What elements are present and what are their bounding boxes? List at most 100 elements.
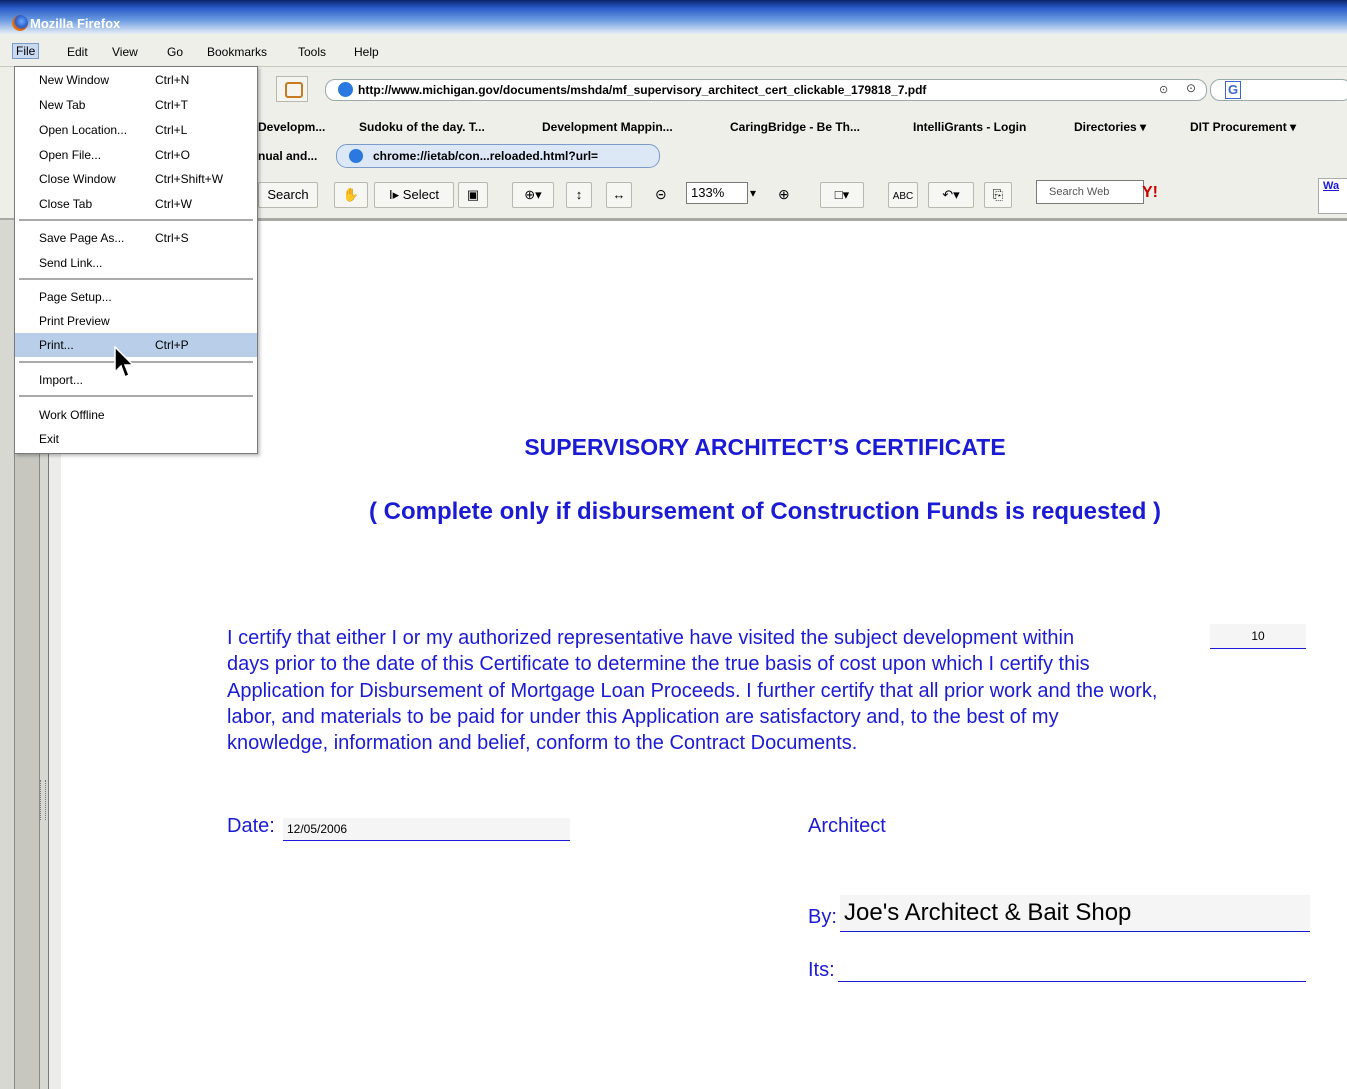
tab-previous[interactable]: nual and... [258,149,317,163]
select-cursor-icon: I▸ [389,187,403,202]
bookmark-item[interactable]: Developm... [258,120,325,134]
paragraph-line: labor, and materials to be paid for unde… [227,705,1059,728]
window-title: Mozilla Firefox [30,16,121,31]
menu-item-new-tab[interactable]: New Tab Ctrl+T [15,93,257,117]
zoom-dropdown-icon[interactable]: ▾ [750,186,756,200]
menu-item-label: Open Location... [39,123,128,137]
menu-item-shortcut: Ctrl+L [155,123,188,137]
menu-item-label: Send Link... [39,256,103,270]
menu-bar: File Edit View Go Bookmarks Tools Help [0,34,1347,67]
yahoo-icon[interactable]: Y! [1142,184,1158,202]
google-icon: G [1225,81,1241,99]
bookmark-item[interactable]: Development Mappin... [542,120,673,134]
menu-item-close-window[interactable]: Close Window Ctrl+Shift+W [15,167,257,191]
bookmark-item[interactable]: CaringBridge - Be Th... [730,120,860,134]
certification-paragraph: I certify that either I or my authorized… [227,625,1337,756]
copy-button[interactable]: ⎘ [984,182,1012,208]
home-button[interactable] [276,76,308,102]
window-title-bar: Mozilla Firefox [0,0,1347,34]
menu-item-shortcut: Ctrl+O [155,148,191,162]
date-field[interactable]: 12/05/2006 [283,818,570,841]
menu-item-print-preview[interactable]: Print Preview [15,309,257,333]
url-bar[interactable]: http://www.michigan.gov/documents/mshda/… [325,79,1207,101]
snapshot-button[interactable]: ▣ [458,182,488,208]
menu-go[interactable]: Go [167,45,183,59]
page-layout-button[interactable]: □▾ [820,182,864,208]
menu-item-page-setup[interactable]: Page Setup... [15,285,257,309]
ie-page-icon [338,82,353,97]
menu-item-open-location[interactable]: Open Location... Ctrl+L [15,118,257,142]
paragraph-line: knowledge, information and belief, confo… [227,732,858,755]
menu-item-label: New Window [39,73,110,87]
menu-item-label: Exit [39,432,60,446]
by-field[interactable]: Joe's Architect & Bait Shop [840,895,1310,932]
select-button-label: Select [402,187,439,202]
page-layout-icon: □▾ [834,187,850,202]
menu-item-label: Save Page As... [39,231,125,245]
menu-item-work-offline[interactable]: Work Offline [15,403,257,427]
bookmark-item[interactable]: Sudoku of the day. T... [359,120,485,134]
hand-icon: ✋ [342,187,360,202]
search-engine-box[interactable]: G [1210,79,1347,101]
bookmark-dit-procurement[interactable]: DIT Procurement ▾ [1190,120,1296,134]
menu-item-new-window[interactable]: New Window Ctrl+N [15,68,257,92]
menu-item-save-page-as[interactable]: Save Page As... Ctrl+S [15,226,257,250]
fit-page-button[interactable]: ↕ [566,182,592,208]
magnifier-plus-icon: ⊕▾ [524,187,542,202]
fit-page-icon: ↕ [575,187,583,202]
mouse-cursor-icon [114,346,135,379]
home-icon [285,82,303,98]
select-tool-button[interactable]: I▸ Select [374,182,454,208]
menu-item-label: Page Setup... [39,290,112,304]
menu-item-label: Close Window [39,172,116,186]
document-subtitle: ( Complete only if disbursement of Const… [368,498,1162,525]
menu-bookmarks[interactable]: Bookmarks [207,45,267,59]
menu-item-shortcut: Ctrl+W [155,197,192,211]
go-icon[interactable]: ⊙ [1186,81,1196,95]
menu-item-exit[interactable]: Exit [15,427,257,451]
menu-view[interactable]: View [112,45,138,59]
days-field[interactable]: 10 [1210,624,1306,649]
menu-separator [19,278,253,280]
menu-item-shortcut: Ctrl+S [155,231,189,245]
menu-item-shortcut: Ctrl+T [155,98,188,112]
bookmark-item[interactable]: IntelliGrants - Login [913,120,1026,134]
url-text: http://www.michigan.gov/documents/mshda/… [358,83,927,97]
ie-engine-icon[interactable]: ⊙ [1159,83,1168,96]
side-panel-link[interactable]: Wa [1318,178,1347,214]
hand-tool-button[interactable]: ✋ [334,182,368,208]
zoom-in-tool-button[interactable]: ⊕▾ [512,182,554,208]
architect-label: Architect [808,815,886,837]
zoom-input[interactable]: 133% [686,182,748,204]
menu-file[interactable]: File [12,43,40,59]
zoom-in-icon[interactable]: ⊕ [778,186,790,203]
fit-width-button[interactable]: ↔ [606,182,632,208]
file-menu-dropdown: New Window Ctrl+N New Tab Ctrl+T Open Loca… [14,66,258,454]
paragraph-line: days prior to the date of this Certifica… [227,653,1090,676]
menu-tools[interactable]: Tools [298,45,326,59]
menu-item-shortcut: Ctrl+N [155,73,190,87]
paragraph-line: Application for Disbursement of Mortgage… [227,679,1158,702]
menu-item-label: Work Offline [39,408,105,422]
menu-separator [19,395,253,397]
menu-item-close-tab[interactable]: Close Tab Ctrl+W [15,192,257,216]
search-button[interactable]: Search [258,182,318,208]
splitter-grip[interactable] [40,780,46,820]
bookmark-directories[interactable]: Directories ▾ [1074,120,1146,134]
menu-item-send-link[interactable]: Send Link... [15,251,257,275]
spellcheck-button[interactable]: ABC [888,182,918,208]
undo-button[interactable]: ↶▾ [928,182,974,208]
menu-edit[interactable]: Edit [67,45,88,59]
web-search-input[interactable]: Search Web [1036,180,1144,204]
tab-active[interactable]: chrome://ietab/con...reloaded.html?url= [336,144,660,168]
firefox-logo-icon [12,15,28,31]
ie-tab-icon [349,149,363,163]
its-field[interactable] [838,981,1306,982]
zoom-out-icon[interactable]: ⊝ [655,186,667,203]
menu-item-label: Open File... [39,148,102,162]
menu-item-shortcut: Ctrl+Shift+W [155,172,224,186]
menu-help[interactable]: Help [354,45,379,59]
undo-icon: ↶▾ [942,187,960,202]
spellcheck-icon: ABC [892,191,914,202]
menu-item-open-file[interactable]: Open File... Ctrl+O [15,143,257,167]
